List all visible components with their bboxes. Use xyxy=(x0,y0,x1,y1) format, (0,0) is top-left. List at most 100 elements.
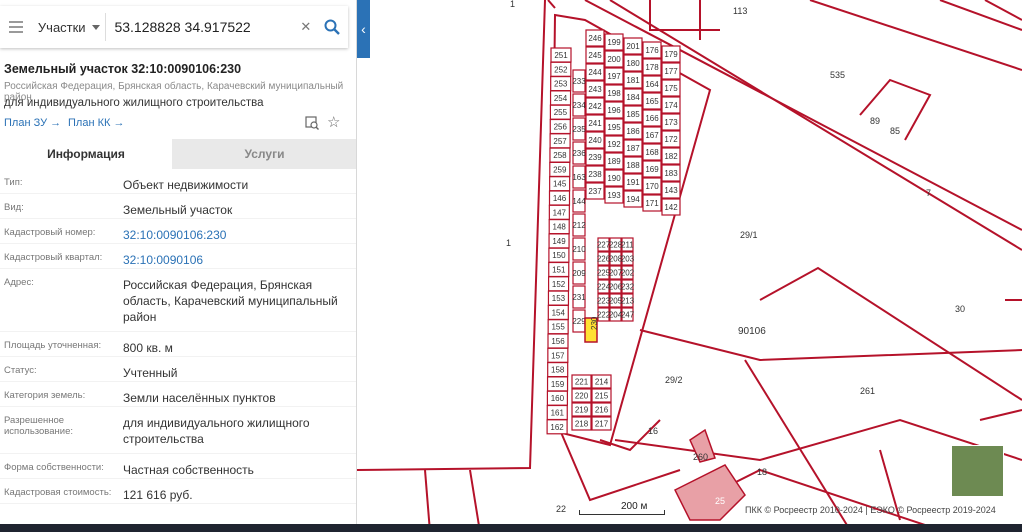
map-label: 29/2 xyxy=(665,375,683,385)
parcel-number-label: 211 xyxy=(621,241,634,250)
parcel-number-label: 258 xyxy=(553,151,567,160)
info-row-land-category: Категория земель: Земли населённых пункт… xyxy=(0,382,356,407)
map-label: 29/1 xyxy=(740,230,758,240)
parcel-number-label: 157 xyxy=(551,351,565,360)
map-label: 85 xyxy=(890,126,900,136)
building-footprints xyxy=(673,428,746,521)
parcel-number-label: 197 xyxy=(607,72,621,81)
row-label: Площадь уточненная: xyxy=(4,340,102,351)
parcel-number-label: 257 xyxy=(553,137,567,146)
parcel-number-label: 235 xyxy=(572,125,586,134)
search-type-select[interactable]: Участки xyxy=(32,20,106,35)
menu-icon[interactable] xyxy=(0,6,32,48)
chevron-down-icon xyxy=(91,24,100,30)
map-label: 113 xyxy=(733,6,747,16)
row-value: Учтенный xyxy=(123,366,178,380)
parcel-number-label: 149 xyxy=(552,237,566,246)
parcel-number-label: 184 xyxy=(626,93,640,102)
map-label: 25 xyxy=(715,496,725,506)
row-value: Земли населённых пунктов xyxy=(123,391,276,405)
parcel-number-label: 164 xyxy=(645,80,659,89)
clear-icon[interactable]: ✕ xyxy=(295,19,316,35)
search-button[interactable] xyxy=(316,6,348,48)
map-label: 535 xyxy=(830,70,845,80)
parcel-number-label: 185 xyxy=(626,110,640,119)
parcel-number-label: 240 xyxy=(588,136,602,145)
parcel-number-label: 181 xyxy=(626,76,640,85)
parcel-number-label: 159 xyxy=(551,380,565,389)
parcel-number-label: 161 xyxy=(551,409,565,418)
info-panel: Участки ✕ Земельный участок 32:10:009010… xyxy=(0,0,357,532)
scale-label: 200 м xyxy=(621,501,648,512)
row-value: Объект недвижимости xyxy=(123,178,249,192)
info-row-address: Адрес: Российская Федерация, Брянская об… xyxy=(0,269,356,332)
parcel-number-label: 234 xyxy=(572,101,586,110)
map-label: 7 xyxy=(926,188,931,198)
row-value: Частная собственность xyxy=(123,463,254,477)
row-value: 121 616 руб. xyxy=(123,488,193,502)
parcel-number-label: 148 xyxy=(553,223,567,232)
parcel-number-label: 247 xyxy=(621,311,635,320)
map-label: 260 xyxy=(693,452,708,462)
map-label: 18 xyxy=(757,467,767,477)
parcel-number-label: 166 xyxy=(645,114,659,123)
parcel-number-label: 217 xyxy=(595,420,609,429)
parcel-number-label: 201 xyxy=(626,42,640,51)
parcel-number-label: 193 xyxy=(607,191,621,200)
parcel-number-label: 215 xyxy=(595,392,609,401)
plan-zu-link[interactable]: План ЗУ → xyxy=(4,117,61,129)
parcel-number-label: 177 xyxy=(664,67,678,76)
map-label: 22 xyxy=(556,504,566,514)
parcel-number-label: 180 xyxy=(626,59,640,68)
parcel-grids: 233 234 235 236 163 144 212 210 209 231 229 246 245 2… xyxy=(571,29,681,431)
parcel-number-label: 245 xyxy=(588,51,602,60)
parcel-number-label: 162 xyxy=(550,423,564,432)
search-bar: Участки ✕ xyxy=(0,6,348,48)
parcel-number-label: 190 xyxy=(607,174,621,183)
cadastral-quarter-link[interactable]: 32:10:0090106 xyxy=(118,244,356,268)
parcel-number-label: 218 xyxy=(575,420,589,429)
parcel-number-label: 221 xyxy=(575,378,589,387)
parcel-number-label: 153 xyxy=(552,294,566,303)
map-label: 30 xyxy=(955,304,965,314)
info-row-permitted-use: Разрешенное использование: для индивидуа… xyxy=(0,407,356,454)
parcel-number-label: 163 xyxy=(572,173,586,182)
parcel-number-label: 241 xyxy=(588,119,602,128)
locate-icon[interactable] xyxy=(305,116,319,135)
parcel-number-label: 146 xyxy=(553,194,567,203)
cadastral-number-link[interactable]: 32:10:0090106:230 xyxy=(118,219,356,243)
basemap-switcher[interactable] xyxy=(951,445,1004,497)
parcel-number-label: 251 xyxy=(554,51,568,60)
map-copyright: ПКК © Росреестр 2010-2024 | ЕЭКО © Росре… xyxy=(745,505,996,515)
parcel-number-label: 167 xyxy=(645,131,659,140)
parcel-number-label: 189 xyxy=(607,157,621,166)
parcel-number-label: 142 xyxy=(664,203,678,212)
parcel-number-label: 238 xyxy=(588,170,602,179)
parcel-number-label: 255 xyxy=(554,108,568,117)
parcel-number-label: 158 xyxy=(551,366,565,375)
parcel-number-label: 256 xyxy=(554,123,568,132)
map-label: 261 xyxy=(860,386,875,396)
tab-info[interactable]: Информация xyxy=(0,139,172,169)
parcel-purpose: для индивидуального жилищного строительс… xyxy=(4,97,264,109)
row-label: Вид: xyxy=(4,202,24,213)
info-table: Тип: Объект недвижимости Вид: Земельный … xyxy=(0,169,356,504)
info-row-ownership: Форма собственности: Частная собственнос… xyxy=(0,454,356,479)
plan-kk-link[interactable]: План КК → xyxy=(68,117,124,129)
panel-collapse-button[interactable]: ‹ xyxy=(357,0,370,58)
row-value: для индивидуального жилищного строительс… xyxy=(123,416,310,446)
star-icon[interactable]: ☆ xyxy=(327,115,340,130)
search-input[interactable] xyxy=(105,13,296,41)
tab-services[interactable]: Услуги xyxy=(172,139,356,169)
parcel-number-label: 174 xyxy=(664,101,678,110)
parcel-number-label: 171 xyxy=(645,199,659,208)
parcel-number-label: 170 xyxy=(645,182,659,191)
parcel-number-label: 173 xyxy=(664,118,678,127)
row-label: Статус: xyxy=(4,365,37,376)
parcel-number-label: 186 xyxy=(626,127,640,136)
info-row-kind: Вид: Земельный участок xyxy=(0,194,356,219)
map-label: 90106 xyxy=(738,326,766,337)
row-label: Форма собственности: xyxy=(4,462,104,473)
map-label: 16 xyxy=(648,426,658,436)
parcel-number-label: 155 xyxy=(551,323,565,332)
